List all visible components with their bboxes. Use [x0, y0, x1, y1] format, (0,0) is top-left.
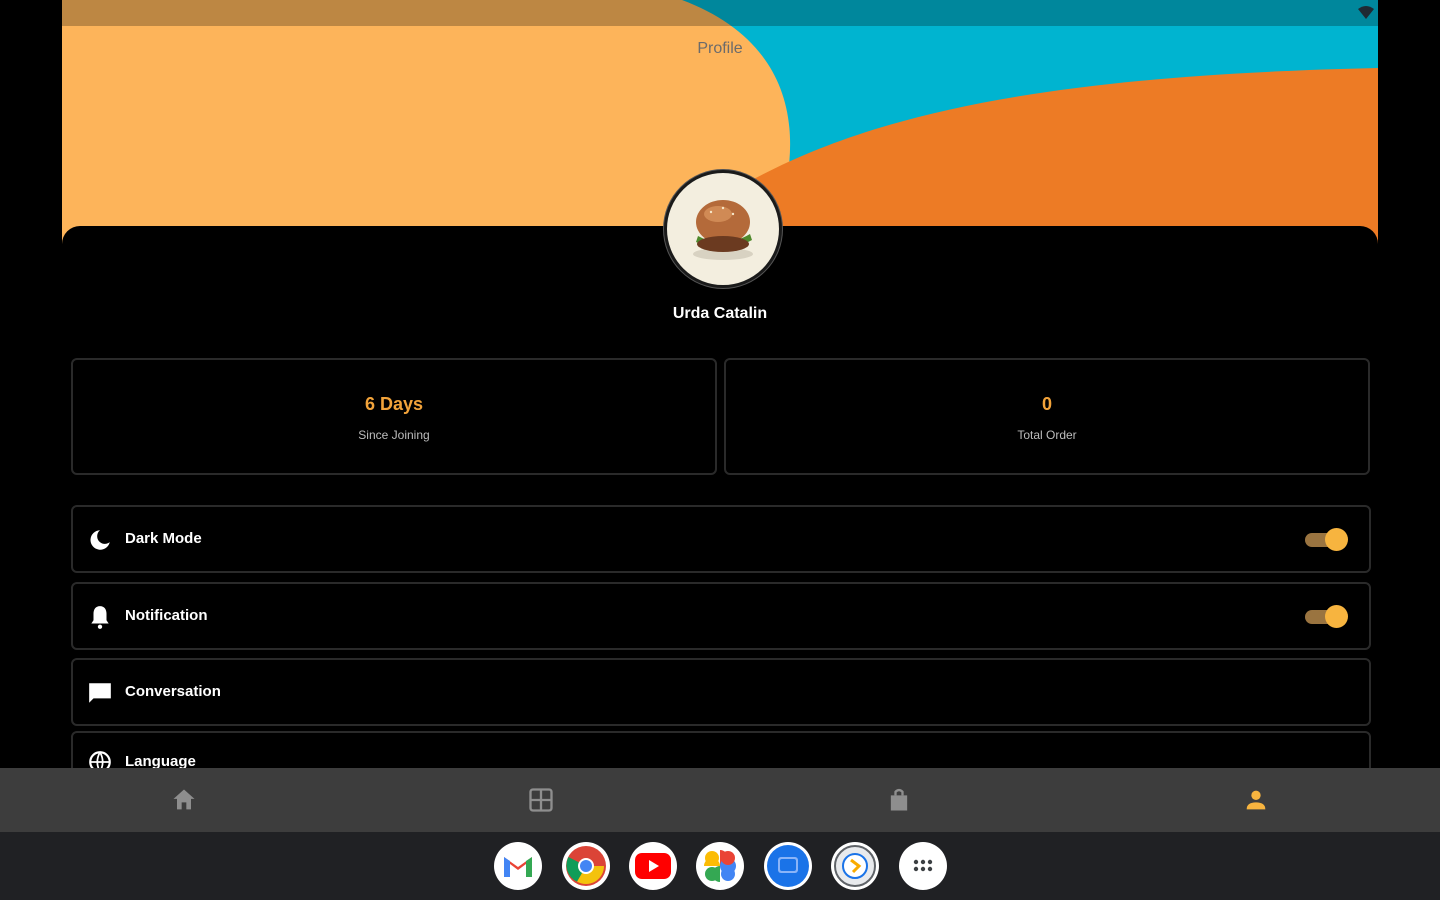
menu-grid-icon: [529, 788, 553, 812]
youtube-icon: [635, 853, 671, 879]
status-bar: [62, 0, 1378, 26]
shopping-bag-icon: [890, 788, 908, 811]
profile-icon: [1246, 790, 1266, 810]
app-icon: [834, 845, 876, 887]
dock-gmail[interactable]: [494, 842, 542, 890]
setting-language[interactable]: Language: [71, 731, 1371, 768]
nav-orders[interactable]: [885, 786, 913, 814]
language-icon: [89, 751, 111, 768]
user-name: Urda Catalin: [672, 305, 768, 322]
setting-notification[interactable]: Notification: [71, 582, 1371, 650]
dock-app[interactable]: [831, 842, 879, 890]
stat-label: Since Joining: [358, 428, 430, 442]
dock-chrome[interactable]: [562, 842, 610, 890]
nav-menu[interactable]: [527, 786, 555, 814]
stat-card-orders: 0 Total Order: [724, 358, 1370, 475]
photos-icon: [704, 850, 736, 882]
nav-profile[interactable]: [1242, 786, 1270, 814]
burger-icon: [693, 200, 753, 260]
messages-icon: [767, 845, 809, 887]
dock-messages[interactable]: [764, 842, 812, 890]
moon-icon: [90, 530, 110, 550]
setting-label: Conversation: [125, 683, 221, 700]
app-window: Profile Urda Catalin 6 Days Since Joinin…: [62, 0, 1378, 768]
bell-icon: [91, 606, 109, 629]
dock-app-launcher[interactable]: [899, 842, 947, 890]
chat-icon: [89, 683, 111, 703]
stat-card-days: 6 Days Since Joining: [71, 358, 717, 475]
bottom-navigation: [0, 768, 1440, 832]
setting-conversation[interactable]: Conversation: [71, 658, 1371, 726]
nav-home[interactable]: [170, 786, 198, 814]
dark-mode-toggle[interactable]: [1305, 528, 1348, 551]
setting-label: Dark Mode: [125, 530, 202, 547]
setting-dark-mode[interactable]: Dark Mode: [71, 505, 1371, 573]
stat-label: Total Order: [1017, 428, 1077, 442]
wifi-icon: [1358, 6, 1374, 20]
dock-photos[interactable]: [696, 842, 744, 890]
setting-label: Notification: [125, 607, 208, 624]
avatar[interactable]: [664, 170, 782, 288]
setting-label: Language: [125, 753, 196, 768]
app-launcher-icon: [913, 859, 933, 872]
gmail-icon: [504, 857, 532, 877]
system-dock: [0, 832, 1440, 900]
chrome-icon: [566, 846, 606, 886]
notification-toggle[interactable]: [1305, 605, 1348, 628]
home-icon: [173, 789, 195, 810]
stat-value: 6 Days: [364, 394, 424, 414]
page-title: Profile: [697, 40, 743, 57]
stat-value: 0: [1041, 394, 1052, 414]
dock-youtube[interactable]: [629, 842, 677, 890]
